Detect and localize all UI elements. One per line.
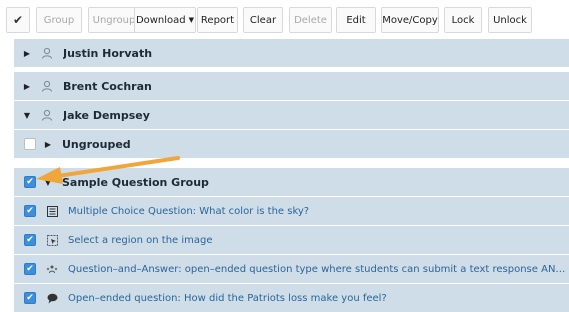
question-row[interactable]: ✔ Select a region on the image <box>14 226 569 254</box>
question-text[interactable]: Multiple Choice Question: What color is … <box>68 206 309 217</box>
edit-button[interactable]: Edit <box>336 7 376 33</box>
question-text[interactable]: Question–and–Answer: open–ended question… <box>68 264 568 275</box>
question-checkbox[interactable]: ✔ <box>24 234 36 246</box>
question-row[interactable]: ✔ Question–and–Answer: open–ended questi… <box>14 255 569 283</box>
qa-vote-icon <box>46 263 58 275</box>
expand-caret-icon[interactable]: ▶ <box>23 82 31 91</box>
ungrouped-label: Ungrouped <box>62 137 131 151</box>
student-name: Brent Cochran <box>63 79 152 93</box>
person-icon <box>42 80 52 92</box>
ungroup-button[interactable]: Ungroup <box>88 7 140 33</box>
unlock-button[interactable]: Unlock <box>488 7 532 33</box>
group-button[interactable]: Group <box>36 7 82 33</box>
group-checkbox[interactable]: ✔ <box>24 176 36 188</box>
question-group-row[interactable]: ✔ ▼ Sample Question Group <box>14 168 569 196</box>
lock-button[interactable]: Lock <box>444 7 482 33</box>
student-name: Jake Dempsey <box>63 108 150 122</box>
question-checkbox[interactable]: ✔ <box>24 205 36 217</box>
expand-caret-icon[interactable]: ▶ <box>44 140 52 149</box>
download-button[interactable]: Download ▼ <box>134 7 196 33</box>
question-checkbox[interactable]: ✔ <box>24 263 36 275</box>
question-row[interactable]: ✔ Multiple Choice Question: What color i… <box>14 197 569 225</box>
clear-button[interactable]: Clear <box>243 7 283 33</box>
question-text[interactable]: Open–ended question: How did the Patriot… <box>68 293 387 304</box>
student-name: Justin Horvath <box>63 46 153 60</box>
move-copy-button[interactable]: Move/Copy <box>381 7 439 33</box>
collapse-caret-icon[interactable]: ▼ <box>23 111 31 120</box>
person-icon <box>42 109 52 121</box>
student-row-brent-cochran[interactable]: ▶ Brent Cochran <box>14 72 569 100</box>
student-row-jake-dempsey[interactable]: ▼ Jake Dempsey <box>14 101 569 129</box>
person-icon <box>42 47 52 59</box>
toolbar: ✔ Group Ungroup Download ▼ Report Clear D… <box>0 0 569 40</box>
group-label: Sample Question Group <box>62 175 209 189</box>
question-checkbox[interactable]: ✔ <box>24 292 36 304</box>
expand-caret-icon[interactable]: ▶ <box>23 49 31 58</box>
delete-button[interactable]: Delete <box>289 7 332 33</box>
question-row[interactable]: ✔ Open–ended question: How did the Patri… <box>14 284 569 312</box>
region-select-icon <box>46 234 58 246</box>
speech-bubble-icon <box>46 292 58 304</box>
ungrouped-checkbox[interactable] <box>24 138 36 150</box>
download-label: Download <box>135 14 186 26</box>
student-row-justin-horvath[interactable]: ▶ Justin Horvath <box>14 39 569 67</box>
collapse-caret-icon[interactable]: ▼ <box>44 178 52 187</box>
list-icon <box>46 205 58 217</box>
question-text[interactable]: Select a region on the image <box>68 235 213 246</box>
ungrouped-row[interactable]: ▶ Ungrouped <box>14 130 569 158</box>
report-button[interactable]: Report <box>197 7 238 33</box>
select-all-check-button[interactable]: ✔ <box>6 7 30 33</box>
caret-down-icon: ▼ <box>188 16 195 24</box>
